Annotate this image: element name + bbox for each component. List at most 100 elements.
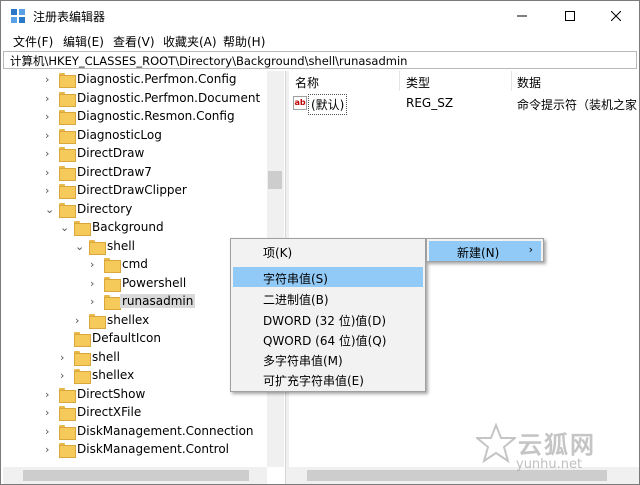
tree-item[interactable]: › Diagnostic.Perfmon.Document [3, 90, 267, 108]
tree-item[interactable]: › shell [3, 349, 267, 367]
folder-icon [59, 387, 76, 403]
folder-icon [104, 258, 121, 273]
tree-item[interactable]: › DirectXFile [3, 404, 267, 422]
tree-item[interactable]: › DirectDraw [3, 145, 267, 163]
menu-item-new-label: 新建(N) [457, 246, 500, 260]
tree-item-label: DirectDrawClipper [77, 183, 187, 197]
tree-item[interactable]: ⌄ Background [3, 219, 267, 237]
scrollbar-thumb[interactable] [268, 171, 282, 189]
minimize-icon [517, 15, 527, 17]
tree-item[interactable]: › DirectShow [3, 386, 267, 404]
new-submenu-trigger: 新建(N) › [426, 238, 544, 262]
close-button[interactable] [593, 1, 639, 31]
expand-arrow-icon[interactable] [60, 332, 70, 346]
expand-arrow-icon[interactable]: › [45, 184, 55, 198]
expand-arrow-icon[interactable]: › [45, 166, 55, 180]
folder-icon [104, 295, 121, 310]
tree-item-label: Diagnostic.Perfmon.Document [77, 90, 261, 105]
tree-item[interactable]: › Diagnostic.Resmon.Config [3, 108, 267, 126]
menu-item-new[interactable]: 新建(N) › [429, 241, 541, 261]
minimize-button[interactable] [499, 1, 545, 31]
tree-item-label: DirectShow [77, 386, 146, 401]
tree-item-label: shell [92, 349, 120, 364]
maximize-icon [565, 11, 575, 21]
tree-item-label: DiskManagement.Control [77, 442, 230, 456]
expand-arrow-icon[interactable]: › [45, 92, 55, 106]
expand-arrow-icon[interactable]: › [75, 314, 85, 328]
tree-item-label: DirectXFile [77, 405, 142, 419]
tree-item[interactable]: › DirectDrawClipper [3, 182, 267, 200]
menu-item-expandable-string-value[interactable]: 可扩充字符串值(E) [233, 369, 423, 389]
expand-arrow-icon[interactable]: › [45, 443, 55, 457]
tree-item[interactable]: › Diagnostic.Perfmon.Config [3, 71, 267, 89]
tree-item-label: DiagnosticLog [77, 127, 162, 142]
menu-item-key[interactable]: 项(K) [233, 241, 423, 261]
scrollbar-thumb[interactable] [23, 470, 249, 481]
folder-icon [59, 165, 76, 181]
tree-item-label: runasadmin [120, 294, 196, 308]
menu-bar: 文件(F) 编辑(E) 查看(V) 收藏夹(A) 帮助(H) [1, 31, 639, 51]
menu-item-multi-string-value[interactable]: 多字符串值(M) [233, 349, 423, 369]
address-path: 计算机\HKEY_CLASSES_ROOT\Directory\Backgrou… [10, 54, 408, 68]
folder-icon [59, 424, 76, 440]
tree-item[interactable]: ⌄ Directory [3, 201, 267, 219]
expand-arrow-icon[interactable]: › [60, 351, 70, 365]
tree-item-selected[interactable]: › runasadmin [3, 293, 267, 311]
tree-item[interactable]: › DiagnosticLog [3, 127, 267, 145]
address-bar[interactable]: 计算机\HKEY_CLASSES_ROOT\Directory\Backgrou… [3, 51, 637, 69]
column-header-type[interactable]: 类型 [406, 71, 430, 91]
tree-item-label: Powershell [122, 275, 187, 290]
menu-favorites[interactable]: 收藏夹(A) [163, 33, 217, 50]
tree-item[interactable]: › shellex [3, 367, 267, 385]
column-separator[interactable] [511, 71, 512, 91]
menu-item-string-value[interactable]: 字符串值(S) [233, 267, 423, 287]
folder-icon [59, 147, 76, 162]
menu-item-dword-value[interactable]: DWORD (32 位)值(D) [233, 309, 423, 329]
expand-arrow-icon[interactable]: › [45, 73, 55, 87]
tree-item[interactable]: › shellex [3, 312, 267, 330]
expand-arrow-icon[interactable]: › [45, 110, 55, 124]
collapse-arrow-icon[interactable]: ⌄ [75, 240, 85, 254]
collapse-arrow-icon[interactable]: ⌄ [45, 203, 55, 217]
menu-item-qword-value[interactable]: QWORD (64 位)值(Q) [233, 329, 423, 349]
expand-arrow-icon[interactable]: › [45, 425, 55, 439]
expand-arrow-icon[interactable]: › [60, 369, 70, 383]
column-header-data[interactable]: 数据 [517, 71, 541, 91]
tree-item[interactable]: › Powershell [3, 275, 267, 293]
expand-arrow-icon[interactable]: › [90, 277, 100, 291]
tree-item[interactable]: › DiskManagement.Connection [3, 423, 267, 441]
tree-item-label: Diagnostic.Resmon.Config [77, 109, 235, 123]
menu-item-binary-value[interactable]: 二进制值(B) [233, 288, 423, 308]
chevron-right-icon: › [528, 243, 533, 256]
menu-view[interactable]: 查看(V) [113, 33, 155, 50]
star-logo-icon [476, 423, 516, 463]
collapse-arrow-icon[interactable]: ⌄ [60, 221, 70, 235]
menu-edit[interactable]: 编辑(E) [63, 33, 104, 50]
tree-item[interactable]: DefaultIcon [3, 330, 267, 348]
expand-arrow-icon[interactable]: › [45, 129, 55, 143]
expand-arrow-icon[interactable]: › [45, 406, 55, 420]
tree-item[interactable]: › DirectDraw7 [3, 164, 267, 182]
watermark-text: 云狐网 [518, 431, 596, 459]
maximize-button[interactable] [547, 1, 593, 31]
tree-item[interactable]: › cmd [3, 256, 267, 274]
expand-arrow-icon[interactable]: › [90, 258, 100, 272]
window-title: 注册表编辑器 [33, 10, 106, 24]
tree-horizontal-scrollbar[interactable] [3, 467, 267, 484]
menu-help[interactable]: 帮助(H) [223, 33, 265, 50]
watermark-url: yunhu.net [516, 457, 583, 472]
expand-arrow-icon[interactable]: › [45, 147, 55, 161]
column-header-name[interactable]: 名称 [295, 71, 319, 91]
value-data: 命令提示符（装机之家 [517, 98, 638, 112]
tree-item[interactable]: › DiskManagement.Control [3, 441, 267, 459]
tree-item-label: Directory [77, 201, 133, 216]
tree-item-label: cmd [122, 257, 148, 271]
tree-item[interactable]: ⌄ shell [3, 238, 267, 256]
value-row[interactable]: ab (默认) REG_SZ 命令提示符（装机之家 [289, 93, 639, 115]
menu-file[interactable]: 文件(F) [13, 33, 53, 50]
folder-icon [59, 110, 76, 125]
expand-arrow-icon[interactable]: › [45, 388, 55, 402]
expand-arrow-icon[interactable]: › [90, 295, 100, 309]
column-separator[interactable] [399, 71, 400, 91]
tree-item-label: DefaultIcon [92, 331, 161, 345]
